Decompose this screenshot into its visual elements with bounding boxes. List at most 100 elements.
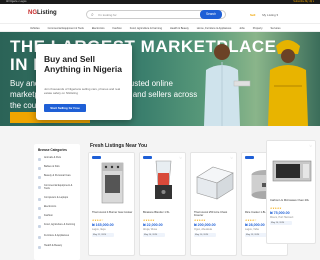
sidebar-item[interactable]: Fashion — [38, 214, 78, 222]
catnav-item[interactable]: Food, Agriculture & Farming — [130, 25, 162, 31]
sidebar-item-label: Animals & Pets — [44, 156, 61, 159]
section-title: Fresh Listings Near You — [90, 143, 148, 149]
category-icon — [38, 236, 41, 239]
listing-rating: ★★★★★ — [270, 207, 282, 210]
logo-prefix: NG — [28, 10, 37, 16]
listing-price: ₦ 165,000.00 — [92, 223, 114, 227]
listing-price: ₦ 75,000.00 — [270, 211, 290, 215]
sidebar-item-label: Babies & Kids — [44, 165, 60, 168]
handshake-item-image — [233, 80, 251, 87]
listing-card[interactable]: Thermocool 4 Burner Gas Cooker ★★★★☆ ₦ 1… — [88, 152, 135, 256]
search-icon: ⌕ — [91, 12, 94, 18]
woman-figure-image — [268, 40, 308, 126]
catnav-item[interactable]: Property — [253, 25, 263, 31]
verified-badge — [92, 156, 101, 159]
catnav-item[interactable]: Home, Furniture & Appliances — [197, 25, 231, 31]
verified-badge — [143, 156, 152, 159]
site-logo[interactable]: NGListing — [28, 10, 57, 16]
category-icon — [38, 186, 41, 189]
favorite-heart-icon[interactable]: ♡ — [179, 156, 182, 160]
listing-title: Thermocool 250 Litre Chest Freezer — [194, 211, 228, 218]
category-icon — [38, 207, 41, 210]
catnav-item[interactable]: Vehicles — [30, 25, 40, 31]
listing-location: Lagos, Yaba — [245, 228, 259, 231]
category-icon — [38, 216, 41, 219]
logo-text: Listing — [37, 10, 57, 16]
sidebar-item-label: Computers & Laptops — [44, 196, 69, 199]
my-listing-link[interactable]: My Listing ▾ — [262, 13, 278, 17]
favorite-heart-icon[interactable]: ♡ — [309, 144, 312, 148]
category-nav: Vehicles Commercial Equipment & Tools El… — [0, 25, 320, 32]
sidebar-item[interactable]: Health & Beauty — [38, 244, 78, 252]
verified-badge — [245, 156, 254, 159]
sidebar-item-label: Food, Agriculture & Farming — [44, 223, 76, 226]
sidebar-item-label: Commercial Equipment & Tools — [44, 184, 73, 190]
search-input[interactable]: I'm looking for — [98, 11, 117, 19]
listing-date: May 11, 2024 — [92, 233, 114, 237]
listing-title: Carbon LG Microwave Oven 20L — [270, 199, 310, 202]
catnav-item[interactable]: Commercial Equipment & Tools — [48, 25, 84, 31]
sidebar-item[interactable]: Beauty & Personal Care — [38, 174, 78, 182]
gas-cooker-image — [101, 162, 124, 204]
sidebar-item[interactable]: Food, Agriculture & Farming — [38, 223, 78, 231]
listing-card[interactable]: ♡ Binatone Blender 1.5L ★★★★★ ₦ 22,000.0… — [139, 152, 186, 256]
sidebar-heading: Browse Categories — [38, 148, 67, 152]
sidebar-item[interactable]: Commercial Equipment & Tools — [38, 184, 78, 192]
listing-price: ₦ 200,000.00 — [194, 223, 216, 227]
catnav-item[interactable]: Electronics — [92, 25, 105, 31]
listing-date: May 10, 2024 — [194, 233, 216, 237]
catnav-item[interactable]: Health & Beauty — [170, 25, 189, 31]
catnav-item[interactable]: Services — [271, 25, 281, 31]
listing-location: Rivers, Port Harcourt — [270, 216, 294, 219]
listing-rating: ★★★★★ — [143, 219, 155, 222]
listing-title: Binatone Blender 1.5L — [143, 211, 170, 214]
sidebar-item[interactable]: Computers & Laptops — [38, 196, 78, 204]
category-sidebar: Browse Categories Animals & Pets Babies … — [34, 144, 80, 260]
sidebar-item[interactable]: Electronics — [38, 205, 78, 213]
listing-date: May 14, 2024 — [143, 233, 165, 237]
listing-card[interactable]: ♡ Thermocool 250 Litre Chest Freezer ★★★… — [190, 152, 237, 256]
sidebar-item-label: Health & Beauty — [44, 244, 63, 247]
chest-freezer-image — [196, 166, 234, 200]
sidebar-item-label: Fashion — [44, 214, 53, 217]
listing-image — [191, 153, 236, 208]
start-selling-button[interactable]: Start Selling for Free — [44, 104, 86, 112]
sidebar-item[interactable]: Babies & Kids — [38, 165, 78, 173]
category-icon — [38, 198, 41, 201]
category-icon — [38, 176, 41, 179]
listing-image — [267, 141, 315, 196]
popup-title: Buy and Sell Anything in Nigeria — [44, 54, 122, 74]
listing-location: Lagos, Ikeja — [92, 228, 106, 231]
catnav-item[interactable]: Jobs — [239, 25, 244, 31]
sell-link[interactable]: Sell — [250, 13, 255, 17]
catnav-item[interactable]: Fashion — [113, 25, 122, 31]
listing-location: Ogun, Abeokuta — [194, 228, 212, 231]
search-button[interactable]: Search — [200, 10, 222, 19]
sidebar-item[interactable]: Animals & Pets — [38, 156, 78, 164]
listing-image — [89, 153, 134, 208]
sell-promo-popup: Buy and Sell Anything in Nigeria Join th… — [36, 44, 132, 120]
category-icon — [38, 246, 41, 249]
listing-rating: ★★★★☆ — [92, 219, 104, 222]
listing-image — [140, 153, 185, 208]
listing-rating: ★★★★☆ — [245, 219, 257, 222]
sidebar-item-label: Electronics — [44, 205, 57, 208]
listing-rating: ★★★★★ — [194, 219, 206, 222]
listing-date: May 13, 2024 — [245, 233, 267, 237]
listing-price: ₦ 28,000.00 — [245, 223, 265, 227]
sidebar-item[interactable]: Furniture & Appliances — [38, 234, 78, 242]
category-icon — [38, 225, 41, 228]
popup-description: Join thousands of Nigerians selling cars… — [44, 87, 121, 95]
favorite-heart-icon[interactable]: ♡ — [230, 156, 233, 160]
header-links: Sell My Listing ▾ — [250, 13, 284, 17]
sidebar-item-label: Furniture & Appliances — [44, 234, 70, 237]
listing-price: ₦ 22,000.00 — [143, 223, 163, 227]
listing-title: Thermocool 4 Burner Gas Cooker — [92, 211, 133, 214]
header: NGListing ⌕ I'm looking for All Nigeria … — [0, 4, 320, 24]
blender-image — [155, 160, 172, 199]
microwave-image — [272, 160, 312, 182]
listing-date: May 14, 2024 — [270, 221, 292, 225]
category-icon — [38, 167, 41, 170]
listing-card[interactable]: ♡ Carbon LG Microwave Oven 20L ★★★★★ ₦ 7… — [266, 140, 316, 244]
sidebar-item-label: Beauty & Personal Care — [44, 174, 71, 177]
